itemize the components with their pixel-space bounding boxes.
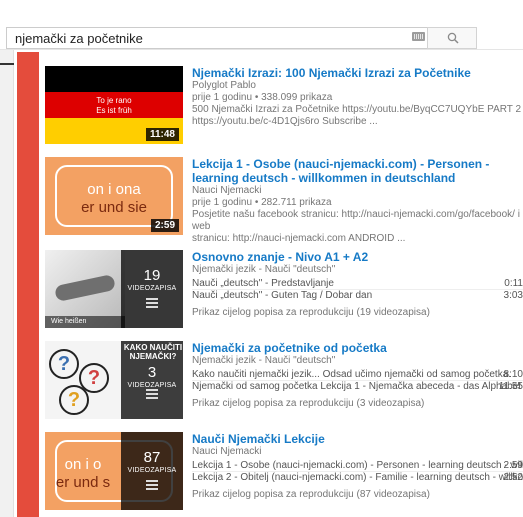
playlist-count-label: VIDEOZAPISA [127,382,177,389]
playlist-video-title: Kako naučiti njemački jezik... Odsad uči… [192,369,512,380]
thumb-text: To je rano Es ist früh [45,96,183,116]
thumb-line-1: To je rano [96,96,132,105]
playlist-title[interactable]: Nauči Njemački Lekcije [192,432,523,446]
playlist-video-duration: 3:03 [503,290,523,301]
playlist-video-row[interactable]: Lekcija 2 - Obitelj (nauci-njemacki.com)… [192,472,523,484]
playlist-icon [146,480,158,492]
thumb-line-1: on i o [64,456,102,473]
search-icon [447,32,459,44]
question-bubble-3: ? [59,385,89,415]
playlist-video-title: Lekcija 2 - Obitelj (nauci-njemacki.com)… [192,472,523,483]
flag-stripe-black [45,66,183,92]
duration-badge: 2:59 [150,219,179,232]
accent-red-bar [17,52,39,517]
playlist-thumbnail[interactable]: Wie heißen 19 VIDEOZAPISA [45,250,183,328]
thumb-caption: Wie heißen [45,316,125,328]
duration-badge: 11:48 [145,128,179,141]
playlist-video-duration: 11:55 [498,381,523,392]
view-full-playlist-link[interactable]: Prikaz cijelog popisa za reprodukciju (3… [192,398,523,410]
video-description-line-2: stranicu: http://nauci-njemacki.com ANDR… [192,233,406,244]
channel-name[interactable]: Polyglot Pablo [192,80,523,92]
search-button[interactable] [427,27,477,49]
top-bar: njemački za početnike [0,0,523,50]
playlist-count: 19 [143,267,161,284]
playlist-count-label: VIDEOZAPISA [127,467,177,474]
video-title[interactable]: Njemački Izrazi: 100 Njemački Izrazi za … [192,66,523,80]
playlist-thumbnail[interactable]: on i o er und s 87 VIDEOZAPISA [45,432,183,510]
playlist-count-overlay: 19 VIDEOZAPISA [121,250,183,328]
view-full-playlist-link[interactable]: Prikaz cijelog popisa za reprodukciju (8… [192,489,523,501]
video-description-line-1: 500 Njemački Izrazi za Početnike https:/… [192,104,522,115]
thumb-line-1: on i ona [87,181,141,198]
video-description-line-2: https://youtu.be/c-4D1Qjs6ro Subscribe .… [192,116,378,127]
channel-name[interactable]: Nauci Njemacki [192,185,523,197]
playlist-video-row[interactable]: Njemački od samog početka Lekcija 1 - Nj… [192,381,523,393]
video-thumbnail[interactable]: on i ona er und sie 2:59 [45,157,183,235]
thumb-overlay-text: KAKO NAUČITI NJEMAČKI? [123,343,183,361]
playlist-video-duration: 2:59 [503,460,523,471]
playlist-icon [146,298,158,310]
playlist-icon [146,389,158,401]
thumb-line-2: er und s [55,474,111,491]
playlist-count-label: VIDEOZAPISA [127,285,177,292]
playlist-video-duration: 8:10 [503,369,523,380]
playlist-count-overlay: 87 VIDEOZAPISA [121,432,183,510]
channel-name[interactable]: Njemački jezik - Nauči "deutsch" [192,355,523,367]
video-thumbnail[interactable]: To je rano Es ist früh 11:48 [45,66,183,144]
playlist-count: 3 [147,364,157,381]
left-sidebar-strip [0,50,14,517]
video-title[interactable]: Lekcija 1 - Osobe (nauci-njemacki.com) -… [192,157,523,185]
playlist-video-row[interactable]: Kako naučiti njemački jezik... Odsad uči… [192,369,523,381]
sidebar-marker [0,63,14,65]
channel-name[interactable]: Nauci Njemacki [192,446,523,458]
playlist-video-row[interactable]: Lekcija 1 - Osobe (nauci-njemacki.com) -… [192,460,523,472]
results-list: To je rano Es ist früh 11:48 Njemački Iz… [39,50,523,517]
playlist-video-row[interactable]: Nauči „deutsch" - Guten Tag / Dobar dan 3… [192,290,523,302]
thumb-line-2: er und sie [81,199,147,216]
video-stats: prije 1 godinu • 282.711 prikaza [192,197,332,208]
keyboard-icon[interactable] [412,32,425,41]
playlist-video-duration: 2:52 [503,472,523,483]
playlist-video-title: Njemački od samog početka Lekcija 1 - Nj… [192,381,522,392]
view-full-playlist-link[interactable]: Prikaz cijelog popisa za reprodukciju (1… [192,307,523,319]
playlist-video-row[interactable]: Nauči „deutsch" - Predstavljanje 0:11 [192,278,523,290]
thumb-line-2: Es ist früh [96,106,132,115]
playlist-video-title: Lekcija 1 - Osobe (nauci-njemacki.com) -… [192,460,523,471]
playlist-title[interactable]: Njemački za početnike od početka [192,341,523,355]
video-description-line-1: Posjetite našu facebook stranicu: http:/… [192,209,520,232]
playlist-thumbnail[interactable]: ? ? ? KAKO NAUČITI NJEMAČKI? 3 VIDEOZAPI… [45,341,183,419]
video-stats: prije 1 godinu • 338.099 prikaza [192,92,333,103]
playlist-count: 87 [143,449,161,466]
playlist-video-title: Nauči „deutsch" - Predstavljanje [192,278,334,289]
channel-name[interactable]: Njemački jezik - Nauči "deutsch" [192,264,523,276]
playlist-title[interactable]: Osnovno znanje - Nivo A1 + A2 [192,250,523,264]
playlist-video-title: Nauči „deutsch" - Guten Tag / Dobar dan [192,290,373,301]
search-input[interactable]: njemački za početnike [6,27,427,49]
playlist-video-duration: 0:11 [504,278,523,289]
question-bubble-1: ? [49,349,79,379]
